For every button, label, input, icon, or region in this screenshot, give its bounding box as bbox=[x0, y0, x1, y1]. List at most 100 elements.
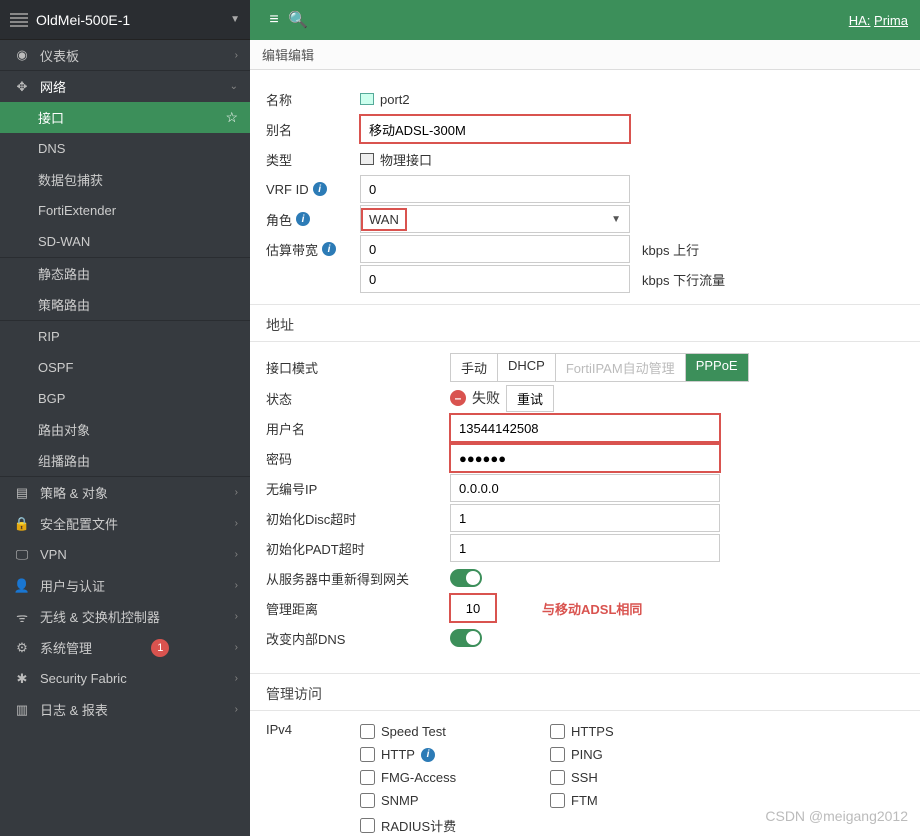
vpn-icon: 🖵 bbox=[12, 547, 32, 563]
sidebar-item-route-obj[interactable]: 路由对象 bbox=[0, 414, 250, 445]
gear-icon: ⚙ bbox=[12, 640, 32, 656]
label-status: 状态 bbox=[250, 389, 450, 408]
bw-down-input[interactable] bbox=[360, 265, 630, 293]
vrfid-input[interactable] bbox=[360, 175, 630, 203]
sidebar-label: 系统管理 bbox=[40, 638, 92, 657]
sidebar-item-static-route[interactable]: 静态路由 bbox=[0, 258, 250, 289]
info-icon[interactable]: i bbox=[322, 242, 336, 256]
sidebar-item-rip[interactable]: RIP bbox=[0, 321, 250, 352]
sidebar-label: 仪表板 bbox=[40, 46, 79, 65]
ipv4-checks: Speed Test HTTPS HTTP i PING FMG-Access … bbox=[360, 722, 920, 836]
sidebar-item-pcap[interactable]: 数据包捕获 bbox=[0, 164, 250, 195]
label-vrfid: VRF IDi bbox=[250, 182, 360, 197]
label-username: 用户名 bbox=[250, 419, 450, 438]
label-padt-timeout: 初始化PADT超时 bbox=[250, 539, 450, 558]
sidebar-item-bgp[interactable]: BGP bbox=[0, 383, 250, 414]
chevron-down-icon: ⌄ bbox=[230, 81, 238, 92]
alias-input[interactable] bbox=[360, 115, 630, 143]
sidebar-item-policy[interactable]: ▤策略 & 对象› bbox=[0, 477, 250, 508]
chevron-right-icon: › bbox=[235, 673, 238, 684]
regw-toggle[interactable] bbox=[450, 569, 482, 587]
sidebar-label: SD-WAN bbox=[38, 234, 90, 249]
sidebar-item-system[interactable]: ⚙系统管理1› bbox=[0, 632, 250, 663]
chk-fmg[interactable]: FMG-Access bbox=[360, 768, 550, 787]
chart-icon: ▥ bbox=[12, 702, 32, 718]
sidebar-item-interfaces[interactable]: 接口☆ bbox=[0, 102, 250, 133]
chk-ftm[interactable]: FTM bbox=[550, 791, 740, 810]
sidebar-label: 路由对象 bbox=[38, 420, 90, 439]
label-bandwidth: 估算带宽i bbox=[250, 240, 360, 259]
sidebar-item-sdwan[interactable]: SD-WAN bbox=[0, 226, 250, 257]
sidebar-item-secfabric[interactable]: ✱Security Fabric› bbox=[0, 663, 250, 694]
chevron-down-icon: ▼ bbox=[611, 214, 621, 225]
disc-timeout-input[interactable] bbox=[450, 504, 720, 532]
mode-manual[interactable]: 手动 bbox=[451, 354, 498, 381]
ha-status[interactable]: HA: Prima bbox=[849, 13, 908, 28]
label-alias: 别名 bbox=[250, 120, 360, 139]
form-content: 名称 port2 别名 类型 物理接口 VRF IDi 角色i WAN▼ 估算带… bbox=[250, 70, 920, 836]
retry-button[interactable]: 重试 bbox=[506, 385, 554, 412]
sidebar-label: 策略路由 bbox=[38, 295, 90, 314]
chk-ping[interactable]: PING bbox=[550, 745, 740, 764]
chk-snmp[interactable]: SNMP bbox=[360, 791, 550, 810]
info-icon[interactable]: i bbox=[296, 212, 310, 226]
mode-dhcp[interactable]: DHCP bbox=[498, 354, 556, 381]
section-mgmt: 管理访问 bbox=[250, 673, 920, 711]
sidebar-item-dashboard[interactable]: ◉ 仪表板 › bbox=[0, 40, 250, 71]
notification-badge: 1 bbox=[151, 639, 169, 657]
sidebar-item-dns[interactable]: DNS bbox=[0, 133, 250, 164]
role-select[interactable]: WAN▼ bbox=[360, 205, 630, 233]
chk-radius[interactable]: RADIUS计费 bbox=[360, 814, 550, 836]
dns-toggle[interactable] bbox=[450, 629, 482, 647]
chevron-right-icon: › bbox=[235, 518, 238, 529]
padt-timeout-input[interactable] bbox=[450, 534, 720, 562]
bw-up-input[interactable] bbox=[360, 235, 630, 263]
menu-button[interactable]: ≡ bbox=[262, 11, 286, 29]
chevron-right-icon: › bbox=[235, 580, 238, 591]
port-icon bbox=[360, 93, 374, 105]
sidebar-item-secprofile[interactable]: 🔒安全配置文件› bbox=[0, 508, 250, 539]
device-selector[interactable]: OldMei-500E-1 ▼ bbox=[0, 0, 250, 40]
username-input[interactable] bbox=[450, 414, 720, 442]
info-icon[interactable]: i bbox=[421, 748, 435, 762]
label-unnumbered: 无编号IP bbox=[250, 479, 450, 498]
sidebar-item-vpn[interactable]: 🖵VPN› bbox=[0, 539, 250, 570]
sidebar-label: 静态路由 bbox=[38, 264, 90, 283]
sidebar-label: 策略 & 对象 bbox=[40, 483, 108, 502]
chk-ssh[interactable]: SSH bbox=[550, 768, 740, 787]
distance-input[interactable] bbox=[450, 594, 496, 622]
mode-pppoe[interactable]: PPPoE bbox=[686, 354, 748, 381]
label-password: 密码 bbox=[250, 449, 450, 468]
mode-fortiipam: FortiIPAM自动管理 bbox=[556, 354, 686, 381]
chevron-right-icon: › bbox=[235, 704, 238, 715]
chk-speedtest[interactable]: Speed Test bbox=[360, 722, 550, 741]
sidebar-item-multicast[interactable]: 组播路由 bbox=[0, 445, 250, 476]
search-button[interactable]: 🔍 bbox=[286, 10, 310, 30]
mode-group: 手动 DHCP FortiIPAM自动管理 PPPoE bbox=[450, 353, 749, 382]
sidebar-item-wifi[interactable]: ᯤ无线 & 交换机控制器› bbox=[0, 601, 250, 632]
sidebar-item-network[interactable]: ✥ 网络 ⌄ bbox=[0, 71, 250, 102]
label-type: 类型 bbox=[250, 150, 360, 169]
sidebar-item-fortiextender[interactable]: FortiExtender bbox=[0, 195, 250, 226]
fail-icon: – bbox=[450, 390, 466, 406]
password-input[interactable] bbox=[450, 444, 720, 472]
fabric-icon: ✱ bbox=[12, 671, 32, 687]
sidebar-item-policy-route[interactable]: 策略路由 bbox=[0, 289, 250, 320]
chevron-down-icon: ▼ bbox=[230, 14, 240, 25]
sidebar-item-ospf[interactable]: OSPF bbox=[0, 352, 250, 383]
sidebar-item-userauth[interactable]: 👤用户与认证› bbox=[0, 570, 250, 601]
sidebar-label: 日志 & 报表 bbox=[40, 700, 108, 719]
label-regw: 从服务器中重新得到网关 bbox=[250, 569, 450, 588]
chk-https[interactable]: HTTPS bbox=[550, 722, 740, 741]
breadcrumb: 编辑编辑 bbox=[250, 40, 920, 70]
unnumbered-input[interactable] bbox=[450, 474, 720, 502]
info-icon[interactable]: i bbox=[313, 182, 327, 196]
unit-label: kbps 下行流量 bbox=[642, 270, 725, 289]
label-name: 名称 bbox=[250, 90, 360, 109]
sidebar-label: 无线 & 交换机控制器 bbox=[40, 607, 160, 626]
chk-http[interactable]: HTTP i bbox=[360, 745, 550, 764]
label-ipv4: IPv4 bbox=[250, 722, 360, 737]
sidebar-label: OSPF bbox=[38, 360, 73, 375]
star-icon: ☆ bbox=[225, 109, 238, 126]
sidebar-item-log[interactable]: ▥ 日志 & 报表 › bbox=[0, 694, 250, 725]
